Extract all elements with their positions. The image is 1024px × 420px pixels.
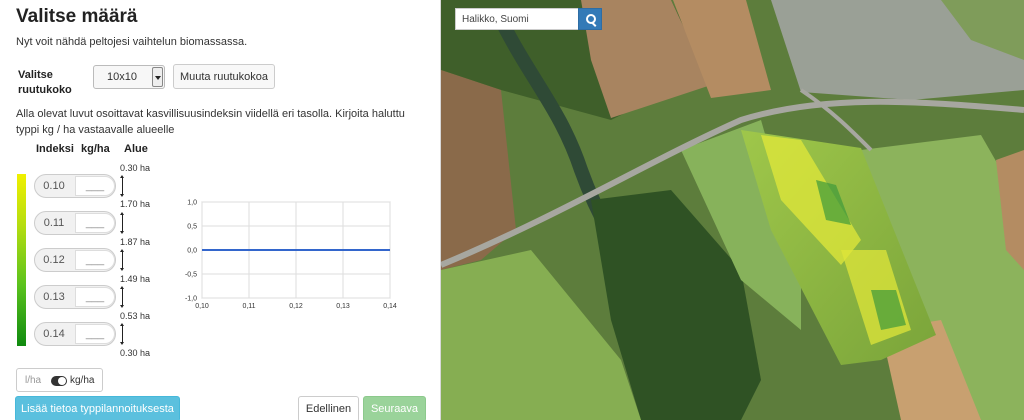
- index-value: 0.13: [43, 291, 65, 303]
- index-value: 0.10: [43, 180, 65, 192]
- vegetation-index-color-scale: [17, 174, 26, 346]
- page-title: Valitse määrä: [16, 6, 138, 27]
- chevron-down-icon[interactable]: [152, 67, 163, 87]
- kgha-input[interactable]: ___: [75, 324, 115, 344]
- area-label: 0.30 ha: [120, 163, 151, 173]
- area-label: 0.30 ha: [120, 348, 151, 358]
- satellite-imagery[interactable]: [441, 0, 1024, 420]
- grid-size-select[interactable]: 10x10: [93, 65, 165, 89]
- grid-size-value: 10x10: [107, 71, 137, 83]
- column-header-area: Alue: [124, 143, 148, 155]
- kgha-input[interactable]: ___: [75, 213, 115, 233]
- area-label: 1.87 ha: [120, 237, 151, 247]
- y-tick-label: -0,5: [185, 272, 197, 279]
- kgha-input[interactable]: ___: [75, 176, 115, 196]
- index-value: 0.12: [43, 254, 65, 266]
- search-icon[interactable]: [578, 8, 602, 30]
- kgha-input[interactable]: ___: [75, 287, 115, 307]
- app: Valitse määrä Nyt voit nähdä peltojesi v…: [0, 0, 1024, 420]
- index-row: 0.13 ___: [34, 285, 116, 309]
- x-tick-label: 0,11: [242, 303, 255, 310]
- range-arrow-icon: [120, 212, 125, 234]
- x-tick-label: 0,14: [383, 303, 397, 310]
- index-row: 0.12 ___: [34, 248, 116, 272]
- y-tick-label: 0,0: [187, 248, 197, 255]
- toggle-switch-icon[interactable]: [51, 376, 67, 386]
- x-tick-label: 0,13: [336, 303, 350, 310]
- distribution-chart: 1,0 0,5 0,0 -0,5 -1,0 0,10 0,11 0,12 0,13 0,14: [168, 190, 408, 320]
- y-tick-label: -1,0: [185, 296, 197, 303]
- page-subtitle: Nyt voit nähdä peltojesi vaihtelun bioma…: [16, 36, 248, 48]
- resize-grid-button[interactable]: Muuta ruutukokoa: [173, 64, 275, 89]
- satellite-map[interactable]: Halikko, Suomi: [441, 0, 1024, 420]
- unit-toggle[interactable]: l/ha kg/ha: [16, 368, 103, 392]
- unit-toggle-left-label: l/ha: [25, 375, 42, 386]
- distribution-chart-svg: 1,0 0,5 0,0 -0,5 -1,00,10 0,11 0,12 0,13 0,14: [185, 200, 397, 311]
- range-arrow-icon: [120, 323, 125, 345]
- grid-size-label: Valitse ruutukoko: [18, 69, 72, 96]
- index-row: 0.10 ___: [34, 174, 116, 198]
- x-tick-label: 0,10: [195, 303, 209, 310]
- y-tick-label: 0,5: [187, 224, 197, 231]
- range-arrow-icon: [120, 175, 125, 197]
- instructions-text: Alla olevat luvut osoittavat kasvillisuu…: [16, 108, 405, 136]
- column-header-index: Indeksi: [36, 143, 74, 155]
- add-nitrogen-info-button[interactable]: Lisää tietoa typpilannoituksesta: [15, 396, 180, 420]
- area-label: 1.70 ha: [120, 199, 151, 209]
- range-arrow-icon: [120, 249, 125, 271]
- area-label: 1.49 ha: [120, 274, 151, 284]
- index-value: 0.14: [43, 328, 65, 340]
- column-header-kgha: kg/ha: [81, 143, 110, 155]
- index-row: 0.11 ___: [34, 211, 116, 235]
- index-row: 0.14 ___: [34, 322, 116, 346]
- index-value: 0.11: [43, 217, 65, 229]
- area-label: 0.53 ha: [120, 311, 151, 321]
- y-tick-label: 1,0: [187, 200, 197, 207]
- kgha-input[interactable]: ___: [75, 250, 115, 270]
- range-arrow-icon: [120, 286, 125, 308]
- unit-toggle-right-label: kg/ha: [70, 375, 95, 386]
- previous-button[interactable]: Edellinen: [298, 396, 359, 420]
- amount-panel: Valitse määrä Nyt voit nähdä peltojesi v…: [0, 0, 441, 420]
- x-tick-label: 0,12: [289, 303, 303, 310]
- next-button[interactable]: Seuraava: [363, 396, 426, 420]
